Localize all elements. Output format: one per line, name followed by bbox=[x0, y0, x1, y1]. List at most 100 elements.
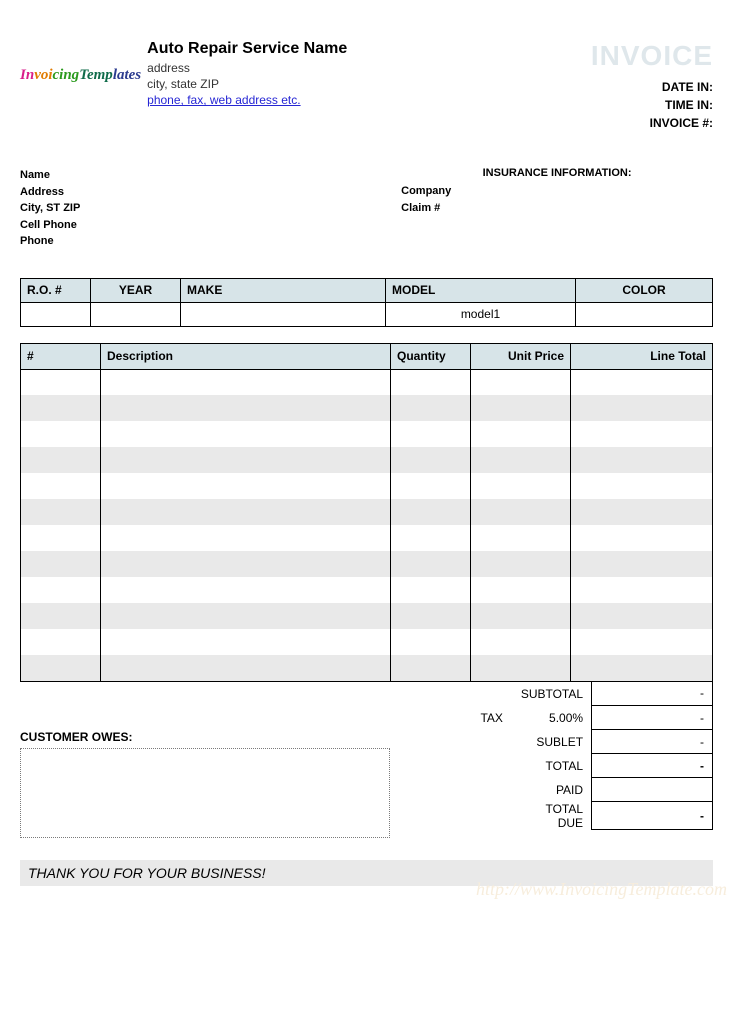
table-row bbox=[21, 395, 713, 421]
item-qty[interactable] bbox=[391, 395, 471, 421]
item-total[interactable] bbox=[571, 447, 713, 473]
item-num[interactable] bbox=[21, 447, 101, 473]
item-price[interactable] bbox=[471, 525, 571, 551]
item-desc[interactable] bbox=[101, 499, 391, 525]
item-qty[interactable] bbox=[391, 577, 471, 603]
insurance-company: Company bbox=[401, 183, 713, 200]
item-total[interactable] bbox=[571, 629, 713, 655]
item-total[interactable] bbox=[571, 655, 713, 681]
td-color[interactable] bbox=[576, 302, 713, 326]
item-total[interactable] bbox=[571, 525, 713, 551]
th-ro: R.O. # bbox=[21, 278, 91, 302]
item-price[interactable] bbox=[471, 499, 571, 525]
item-total[interactable] bbox=[571, 577, 713, 603]
insurance-claim: Claim # bbox=[401, 200, 713, 217]
tax-value: - bbox=[592, 706, 713, 730]
item-price[interactable] bbox=[471, 603, 571, 629]
item-desc[interactable] bbox=[101, 577, 391, 603]
item-qty[interactable] bbox=[391, 499, 471, 525]
item-qty[interactable] bbox=[391, 629, 471, 655]
item-num[interactable] bbox=[21, 499, 101, 525]
item-qty[interactable] bbox=[391, 655, 471, 681]
total-label: TOTAL bbox=[511, 754, 592, 778]
item-num[interactable] bbox=[21, 421, 101, 447]
totals-area: CUSTOMER OWES: SUBTOTAL - TAX 5.00% - SU… bbox=[20, 682, 713, 838]
item-total[interactable] bbox=[571, 421, 713, 447]
header-right: INVOICE DATE IN: TIME IN: INVOICE #: bbox=[591, 40, 713, 132]
item-desc[interactable] bbox=[101, 447, 391, 473]
item-desc[interactable] bbox=[101, 369, 391, 395]
item-desc[interactable] bbox=[101, 629, 391, 655]
item-desc[interactable] bbox=[101, 525, 391, 551]
item-total[interactable] bbox=[571, 473, 713, 499]
total-due-value: - bbox=[592, 802, 713, 830]
item-qty[interactable] bbox=[391, 421, 471, 447]
item-total[interactable] bbox=[571, 603, 713, 629]
item-num[interactable] bbox=[21, 395, 101, 421]
cust-cell: Cell Phone bbox=[20, 217, 401, 234]
th-unit: Unit Price bbox=[471, 343, 571, 369]
item-price[interactable] bbox=[471, 395, 571, 421]
item-desc[interactable] bbox=[101, 473, 391, 499]
item-total[interactable] bbox=[571, 499, 713, 525]
item-price[interactable] bbox=[471, 629, 571, 655]
vehicle-data-row: model1 bbox=[21, 302, 713, 326]
sublet-label: SUBLET bbox=[511, 730, 592, 754]
item-qty[interactable] bbox=[391, 551, 471, 577]
item-price[interactable] bbox=[471, 655, 571, 681]
customer-owes-box[interactable] bbox=[20, 748, 390, 838]
row-total: TOTAL - bbox=[390, 754, 713, 778]
row-total-due: TOTAL DUE - bbox=[390, 802, 713, 830]
item-price[interactable] bbox=[471, 447, 571, 473]
totals-right: SUBTOTAL - TAX 5.00% - SUBLET - TOTAL - … bbox=[390, 682, 713, 838]
item-num[interactable] bbox=[21, 551, 101, 577]
th-total: Line Total bbox=[571, 343, 713, 369]
total-value: - bbox=[592, 754, 713, 778]
item-desc[interactable] bbox=[101, 551, 391, 577]
item-num[interactable] bbox=[21, 525, 101, 551]
item-price[interactable] bbox=[471, 473, 571, 499]
item-price[interactable] bbox=[471, 577, 571, 603]
customer-owes-label: CUSTOMER OWES: bbox=[20, 730, 390, 744]
lbl-blank bbox=[390, 682, 511, 706]
cust-address: Address bbox=[20, 184, 401, 201]
business-title: Auto Repair Service Name bbox=[147, 40, 347, 58]
paid-value[interactable] bbox=[592, 778, 713, 802]
business-contact-link[interactable]: phone, fax, web address etc. bbox=[147, 93, 300, 107]
item-num[interactable] bbox=[21, 577, 101, 603]
item-num[interactable] bbox=[21, 655, 101, 681]
item-num[interactable] bbox=[21, 603, 101, 629]
item-desc[interactable] bbox=[101, 655, 391, 681]
item-qty[interactable] bbox=[391, 369, 471, 395]
item-price[interactable] bbox=[471, 551, 571, 577]
item-desc[interactable] bbox=[101, 395, 391, 421]
time-in-label: TIME IN: bbox=[591, 96, 713, 114]
item-desc[interactable] bbox=[101, 603, 391, 629]
item-qty[interactable] bbox=[391, 473, 471, 499]
td-year[interactable] bbox=[91, 302, 181, 326]
item-num[interactable] bbox=[21, 473, 101, 499]
item-desc[interactable] bbox=[101, 421, 391, 447]
item-qty[interactable] bbox=[391, 447, 471, 473]
header: InvoicingTemplates Auto Repair Service N… bbox=[20, 40, 713, 132]
table-row bbox=[21, 447, 713, 473]
td-ro[interactable] bbox=[21, 302, 91, 326]
item-num[interactable] bbox=[21, 369, 101, 395]
items-table: # Description Quantity Unit Price Line T… bbox=[20, 343, 713, 682]
td-model[interactable]: model1 bbox=[386, 302, 576, 326]
item-qty[interactable] bbox=[391, 525, 471, 551]
table-row bbox=[21, 655, 713, 681]
item-qty[interactable] bbox=[391, 603, 471, 629]
sublet-value: - bbox=[592, 730, 713, 754]
item-total[interactable] bbox=[571, 395, 713, 421]
item-price[interactable] bbox=[471, 369, 571, 395]
item-num[interactable] bbox=[21, 629, 101, 655]
tax-rate: 5.00% bbox=[511, 706, 592, 730]
item-total[interactable] bbox=[571, 551, 713, 577]
info-row: Name Address City, ST ZIP Cell Phone Pho… bbox=[20, 167, 713, 250]
td-make[interactable] bbox=[181, 302, 386, 326]
item-total[interactable] bbox=[571, 369, 713, 395]
meta-block: DATE IN: TIME IN: INVOICE #: bbox=[591, 78, 713, 132]
item-price[interactable] bbox=[471, 421, 571, 447]
table-row bbox=[21, 551, 713, 577]
